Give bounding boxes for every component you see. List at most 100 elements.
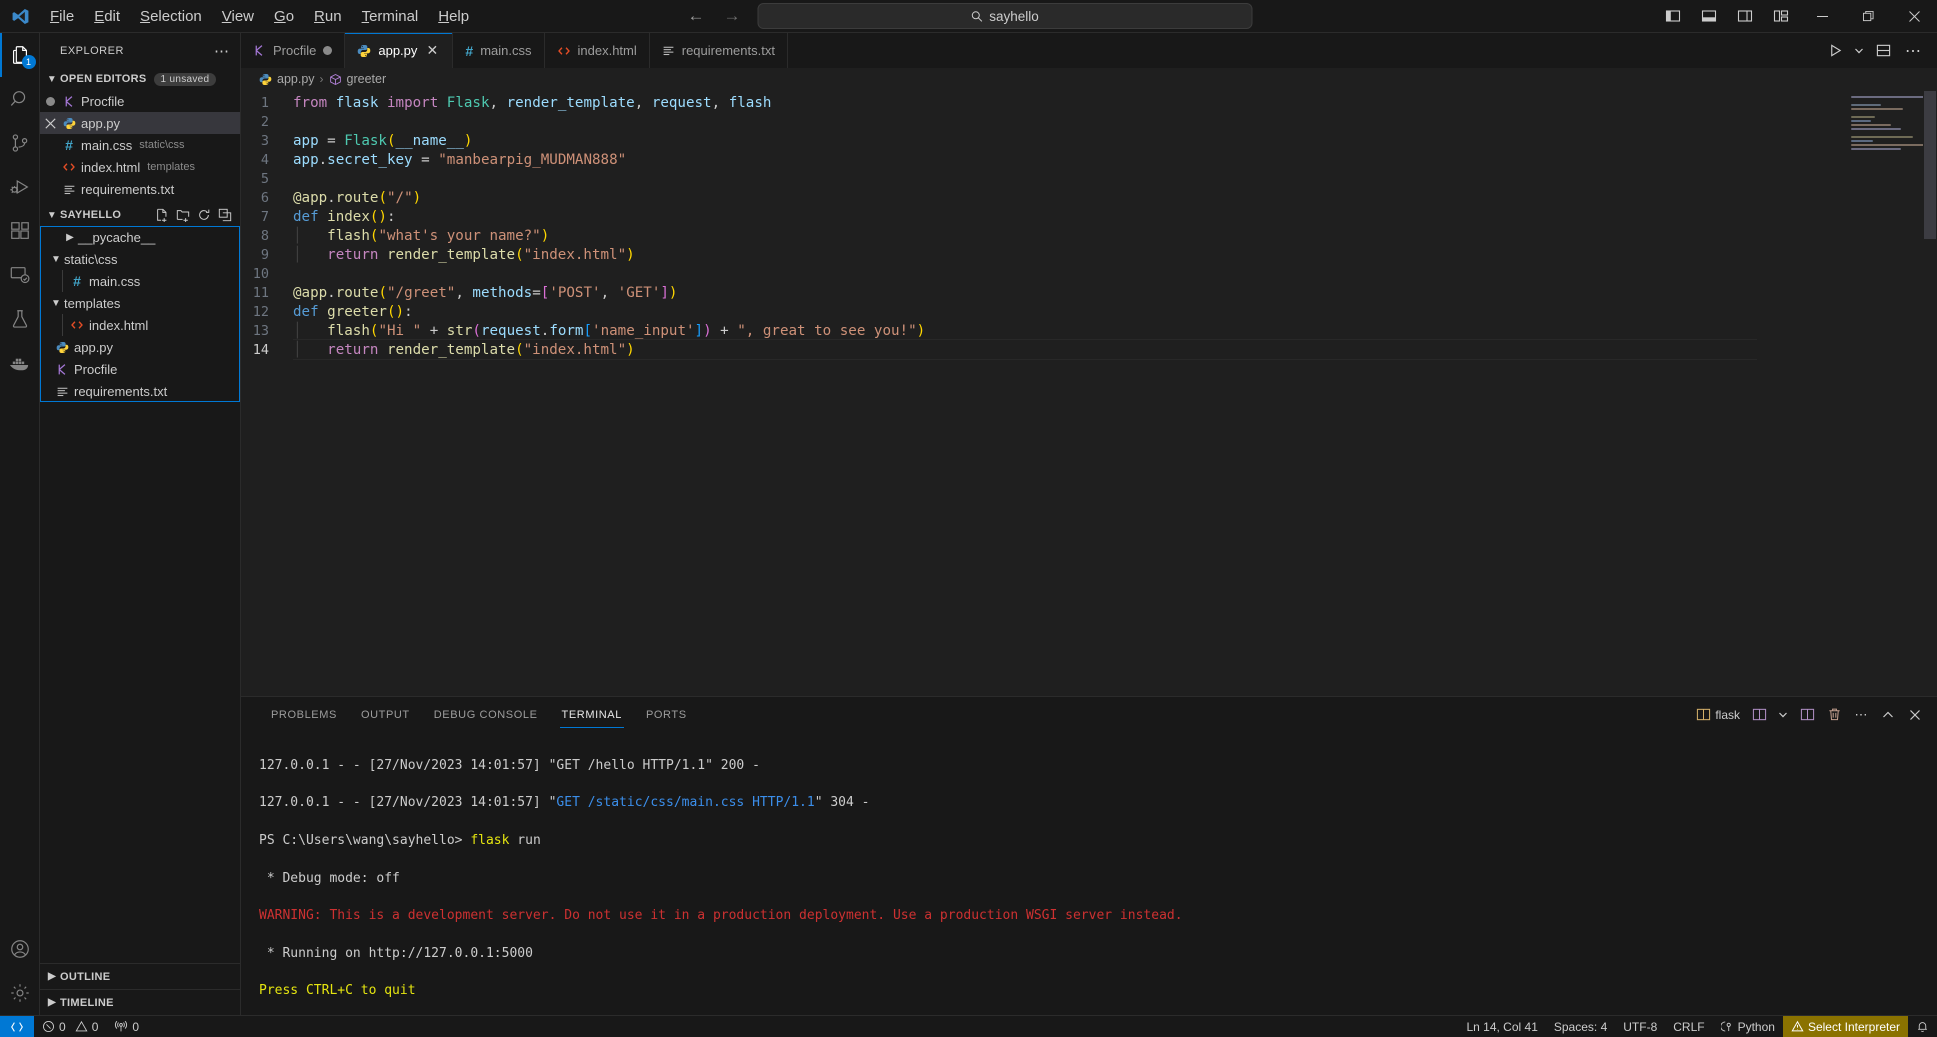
activitybar-item-remote-explorer[interactable]	[0, 253, 40, 297]
terminal-output[interactable]: 127.0.0.1 - - [27/Nov/2023 14:01:57] "GE…	[241, 732, 1937, 1015]
split-editor-icon[interactable]	[1869, 33, 1897, 68]
notifications-button[interactable]	[1908, 1016, 1937, 1037]
tree-item-pycache[interactable]: ▶ __pycache__	[40, 226, 240, 248]
tree-item-static-css[interactable]: ▼ static\css	[40, 248, 240, 270]
tab-ports[interactable]: PORTS	[634, 697, 699, 732]
activitybar-item-docker[interactable]	[0, 341, 40, 385]
toggle-primary-sidebar-icon[interactable]	[1655, 0, 1691, 33]
refresh-explorer-icon[interactable]	[197, 208, 211, 222]
menu-view[interactable]: View	[212, 5, 264, 28]
ellipsis-icon[interactable]: ⋯	[214, 42, 230, 60]
tab-index-html[interactable]: index.html	[545, 33, 650, 68]
code-content[interactable]: 1 from flask import Flask, render_templa…	[241, 90, 1847, 696]
new-file-icon[interactable]	[155, 208, 169, 222]
run-dropdown-icon[interactable]	[1851, 33, 1867, 68]
collapse-folders-icon[interactable]	[218, 208, 232, 222]
run-python-file-icon[interactable]	[1821, 33, 1849, 68]
tab-output[interactable]: OUTPUT	[349, 697, 422, 732]
problems-status[interactable]: 0 0	[34, 1016, 106, 1037]
panel-more-actions-button[interactable]: ⋯	[1849, 701, 1873, 729]
close-panel-button[interactable]	[1903, 701, 1927, 729]
activitybar-item-extensions[interactable]	[0, 209, 40, 253]
menu-go[interactable]: Go	[264, 5, 304, 28]
activitybar-item-source-control[interactable]	[0, 121, 40, 165]
terminal-profile-dropdown[interactable]	[1774, 701, 1792, 729]
breadcrumb[interactable]: app.py › greeter	[241, 68, 1937, 90]
breadcrumb-file[interactable]: app.py	[277, 72, 315, 86]
toggle-secondary-sidebar-icon[interactable]	[1727, 0, 1763, 33]
minimize-button[interactable]	[1799, 0, 1845, 33]
eol-status[interactable]: CRLF	[1665, 1016, 1712, 1037]
kill-terminal-button[interactable]	[1822, 701, 1846, 729]
activitybar-item-testing[interactable]	[0, 297, 40, 341]
workspace-header[interactable]: ▼ SAYHELLO	[40, 204, 240, 226]
arrow-right-icon[interactable]: →	[721, 6, 743, 26]
tree-item-app-py[interactable]: app.py	[40, 336, 240, 358]
activitybar-item-explorer[interactable]: 1	[0, 33, 40, 77]
tab-terminal[interactable]: TERMINAL	[550, 697, 634, 732]
menu-selection[interactable]: Selection	[130, 5, 212, 28]
trash-icon	[1827, 707, 1842, 722]
menu-help[interactable]: Help	[428, 5, 479, 28]
file-tree[interactable]: ▶ __pycache__ ▼ static\css # main.css ▼	[40, 226, 240, 402]
line-text: def index():	[293, 209, 396, 225]
tab-debug-console[interactable]: DEBUG CONSOLE	[422, 697, 550, 732]
select-interpreter-button[interactable]: Select Interpreter	[1783, 1016, 1908, 1037]
open-editors-header[interactable]: ▼ OPEN EDITORS 1 unsaved	[40, 68, 240, 90]
open-editor-index-html[interactable]: index.html templates	[40, 156, 240, 178]
breadcrumb-symbol[interactable]: greeter	[347, 72, 387, 86]
dirty-indicator[interactable]	[323, 46, 332, 55]
tab-main-css[interactable]: # main.css	[453, 33, 544, 68]
timeline-section-header[interactable]: ▶ TIMELINE	[40, 989, 240, 1015]
code-editor[interactable]: 1 from flask import Flask, render_templa…	[241, 90, 1937, 696]
open-editor-requirements-txt[interactable]: requirements.txt	[40, 178, 240, 200]
close-button[interactable]	[1891, 0, 1937, 33]
menu-bar[interactable]: File Edit Selection View Go Run Terminal…	[40, 5, 479, 28]
ports-status[interactable]: 0	[106, 1016, 147, 1037]
language-status[interactable]: Python	[1713, 1016, 1783, 1037]
maximize-panel-button[interactable]	[1876, 701, 1900, 729]
activitybar-item-search[interactable]	[0, 77, 40, 121]
tree-item-index-html[interactable]: index.html	[40, 314, 240, 336]
explorer-sidebar: EXPLORER ⋯ ▼ OPEN EDITORS 1 unsaved Proc…	[40, 33, 241, 1015]
terminal-instance-flask[interactable]: flask	[1692, 701, 1744, 729]
remote-window-indicator[interactable]	[0, 1016, 34, 1037]
tab-requirements-txt[interactable]: requirements.txt	[650, 33, 788, 68]
activitybar-item-accounts[interactable]	[0, 927, 40, 971]
open-editor-main-css[interactable]: # main.css static\css	[40, 134, 240, 156]
tab-app-py[interactable]: app.py ✕	[345, 33, 453, 68]
menu-file[interactable]: File	[40, 5, 84, 28]
editor-more-actions-icon[interactable]: ⋯	[1899, 33, 1927, 68]
tree-item-label: static\css	[64, 252, 117, 267]
tree-item-main-css[interactable]: # main.css	[40, 270, 240, 292]
split-terminal-button[interactable]	[1795, 701, 1819, 729]
maximize-button[interactable]	[1845, 0, 1891, 33]
tab-procfile[interactable]: Procfile	[241, 33, 345, 68]
menu-terminal[interactable]: Terminal	[352, 5, 429, 28]
new-terminal-button[interactable]	[1747, 701, 1771, 729]
activitybar-item-run-and-debug[interactable]	[0, 165, 40, 209]
tab-problems[interactable]: PROBLEMS	[259, 697, 349, 732]
search-input[interactable]: sayhello	[757, 3, 1252, 29]
toggle-panel-icon[interactable]	[1691, 0, 1727, 33]
customize-layout-icon[interactable]	[1763, 0, 1799, 33]
outline-section-header[interactable]: ▶ OUTLINE	[40, 963, 240, 989]
menu-run[interactable]: Run	[304, 5, 352, 28]
dirty-indicator[interactable]	[40, 97, 60, 106]
new-folder-icon[interactable]	[176, 208, 190, 222]
menu-edit[interactable]: Edit	[84, 5, 130, 28]
close-icon[interactable]	[40, 118, 60, 129]
open-editor-app-py[interactable]: app.py	[40, 112, 240, 134]
indentation-status[interactable]: Spaces: 4	[1546, 1016, 1615, 1037]
encoding-status[interactable]: UTF-8	[1615, 1016, 1665, 1037]
tree-item-templates[interactable]: ▼ templates	[40, 292, 240, 314]
cursor-position[interactable]: Ln 14, Col 41	[1458, 1016, 1545, 1037]
minimap[interactable]	[1847, 90, 1937, 696]
tree-item-requirements-txt[interactable]: requirements.txt	[40, 380, 240, 402]
close-icon[interactable]: ✕	[424, 42, 440, 59]
arrow-left-icon[interactable]: ←	[685, 6, 707, 26]
open-editor-procfile[interactable]: Procfile	[40, 90, 240, 112]
code-line-1: 1 from flask import Flask, render_templa…	[241, 93, 1847, 112]
tree-item-procfile[interactable]: Procfile	[40, 358, 240, 380]
activitybar-item-manage[interactable]	[0, 971, 40, 1015]
